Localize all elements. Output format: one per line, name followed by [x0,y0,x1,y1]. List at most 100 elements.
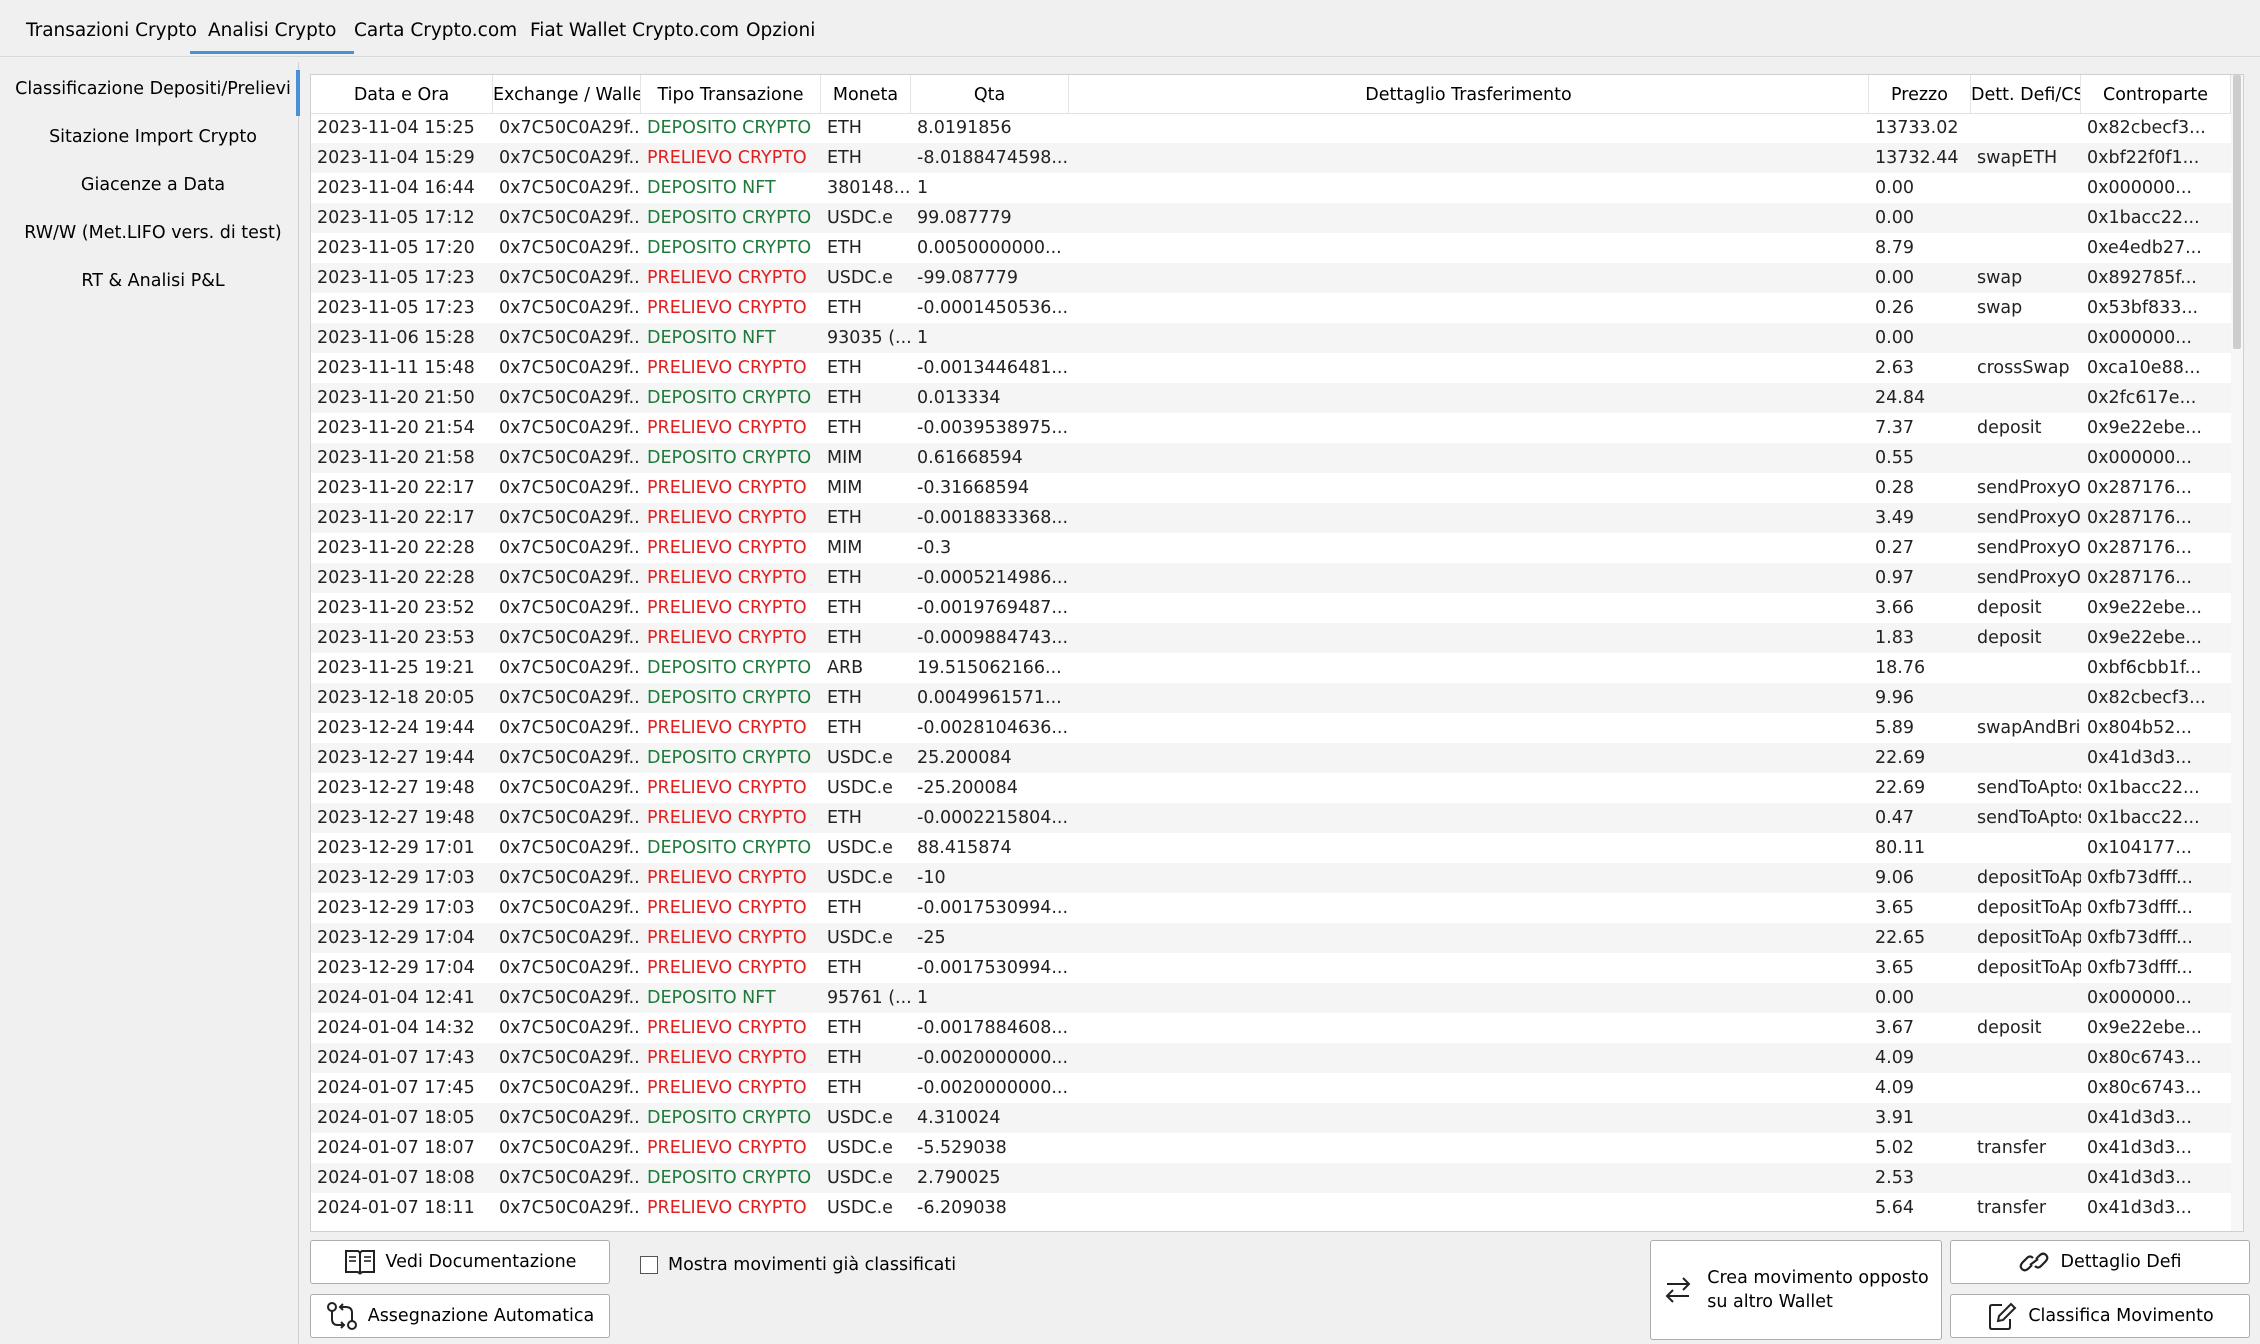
table-row[interactable]: 2023-11-25 19:21 0x7C50C0A29f... DEPOSITO … [311,653,2231,683]
table-row[interactable]: 2023-11-04 16:44 0x7C50C0A29f... DEPOSITO … [311,173,2231,203]
transactions-table[interactable]: Data e Ora Exchange / Wallet Tipo Transazi… [310,74,2244,1232]
mostra-classificati-checkbox[interactable] [640,1256,658,1274]
col-tipo-transazione-cell: PRELIEVO CRYPTO [647,298,807,318]
table-row[interactable]: 2023-12-27 19:48 0x7C50C0A29f... PRELIEVO … [311,803,2231,833]
col-dett-defi-cell [1971,233,2081,263]
table-row[interactable]: 2023-11-04 15:25 0x7C50C0A29f... DEPOSITO … [311,113,2231,143]
crea-movimento-opposto-button[interactable]: Crea movimento opposto su altro Wallet [1650,1240,1942,1340]
table-row[interactable]: 2024-01-04 12:41 0x7C50C0A29f... DEPOSITO … [311,983,2231,1013]
table-row[interactable]: 2023-12-29 17:03 0x7C50C0A29f... PRELIEVO … [311,893,2231,923]
col-controparte-cell: 0x2fc617e... [2087,388,2197,408]
col-dett-defi-cell: swapETH [1977,148,2058,168]
table-row[interactable]: 2023-12-27 19:48 0x7C50C0A29f... PRELIEVO … [311,773,2231,803]
sidebar-item-situazione-import[interactable]: Sitazione Import Crypto [8,116,298,158]
table-row[interactable]: 2023-11-20 22:28 0x7C50C0A29f... PRELIEVO … [311,563,2231,593]
col-dett-defi-cell [1971,833,2081,863]
col-data-ora-header[interactable]: Data e Ora [311,75,493,113]
vertical-scrollbar[interactable] [2231,75,2243,1231]
col-exchange-wallet-cell: 0x7C50C0A29f... [499,1198,641,1218]
col-controparte-cell: 0x1bacc22... [2087,208,2200,228]
table-row[interactable]: 2023-11-20 21:54 0x7C50C0A29f... PRELIEVO … [311,413,2231,443]
table-row[interactable]: 2023-11-05 17:23 0x7C50C0A29f... PRELIEVO … [311,293,2231,323]
col-data-ora-cell: 2023-12-29 17:03 [317,898,475,918]
sidebar-item-rt-analisi[interactable]: RT & Analisi P&L [8,260,298,302]
table-row[interactable]: 2023-11-20 21:58 0x7C50C0A29f... DEPOSITO … [311,443,2231,473]
table-row[interactable]: 2024-01-07 18:05 0x7C50C0A29f... DEPOSITO … [311,1103,2231,1133]
table-row[interactable]: 2024-01-07 18:08 0x7C50C0A29f... DEPOSITO … [311,1163,2231,1193]
col-qta-cell: -0.0020000000... [917,1048,1069,1068]
tab-opzioni[interactable]: Opzioni [728,0,833,54]
dettaglio-defi-button[interactable]: Dettaglio Defi [1950,1240,2250,1284]
col-moneta-header[interactable]: Moneta [821,75,911,113]
col-dett-defi-cell [1971,983,2081,1013]
table-row[interactable]: 2023-11-20 23:53 0x7C50C0A29f... PRELIEVO … [311,623,2231,653]
vedi-documentazione-button[interactable]: Vedi Documentazione [310,1240,610,1284]
sidebar-item-giacenze[interactable]: Giacenze a Data [8,164,298,206]
classifica-movimento-button[interactable]: Classifica Movimento [1950,1294,2250,1338]
col-controparte-header[interactable]: Controparte [2081,75,2231,113]
col-tipo-transazione-cell: PRELIEVO CRYPTO [647,868,807,888]
table-row[interactable]: 2023-12-18 20:05 0x7C50C0A29f... DEPOSITO … [311,683,2231,713]
table-row[interactable]: 2023-11-11 15:48 0x7C50C0A29f... PRELIEVO … [311,353,2231,383]
table-row[interactable]: 2023-11-20 22:17 0x7C50C0A29f... PRELIEVO … [311,503,2231,533]
table-row[interactable]: 2023-12-27 19:44 0x7C50C0A29f... DEPOSITO … [311,743,2231,773]
tab-transazioni-crypto[interactable]: Transazioni Crypto [8,0,215,54]
scrollbar-thumb[interactable] [2233,75,2241,349]
col-qta-cell: -0.0028104636... [917,718,1069,738]
col-tipo-transazione-header[interactable]: Tipo Transazione [641,75,821,113]
table-row[interactable]: 2023-11-04 15:29 0x7C50C0A29f... PRELIEVO … [311,143,2231,173]
col-controparte-cell: 0xfb73dfff... [2087,898,2193,918]
table-row[interactable]: 2023-11-20 23:52 0x7C50C0A29f... PRELIEVO … [311,593,2231,623]
tab-carta-crypto-com[interactable]: Carta Crypto.com [336,0,535,54]
table-row[interactable]: 2023-11-20 22:17 0x7C50C0A29f... PRELIEVO … [311,473,2231,503]
tab-fiat-wallet[interactable]: Fiat Wallet Crypto.com [512,0,757,54]
col-tipo-transazione-cell: PRELIEVO CRYPTO [647,958,807,978]
table-row[interactable]: 2024-01-07 18:07 0x7C50C0A29f... PRELIEVO … [311,1133,2231,1163]
col-moneta-cell: ETH [827,238,862,258]
table-row[interactable]: 2023-11-06 15:28 0x7C50C0A29f... DEPOSITO … [311,323,2231,353]
table-row[interactable]: 2024-01-07 18:11 0x7C50C0A29f... PRELIEVO … [311,1193,2231,1223]
mostra-classificati-toggle[interactable]: Mostra movimenti già classificati [640,1252,956,1278]
col-dett-defi-cell: swap [1977,298,2023,318]
col-dett-defi-cell [1971,1103,2081,1133]
table-row[interactable]: 2023-12-29 17:03 0x7C50C0A29f... PRELIEVO … [311,863,2231,893]
col-prezzo-header[interactable]: Prezzo [1869,75,1971,113]
col-dett-defi-cell [1971,203,2081,233]
col-prezzo-cell: 22.69 [1875,778,1926,798]
col-qta-header[interactable]: Qta [911,75,1069,113]
table-row[interactable]: 2024-01-07 17:43 0x7C50C0A29f... PRELIEVO … [311,1043,2231,1073]
col-qta-cell: -0.3 [917,538,952,558]
col-dett-defi-cell: transfer [1977,1138,2047,1158]
table-row[interactable]: 2023-12-24 19:44 0x7C50C0A29f... PRELIEVO … [311,713,2231,743]
col-qta-cell: -0.31668594 [917,478,1030,498]
table-row[interactable]: 2024-01-07 17:45 0x7C50C0A29f... PRELIEVO … [311,1073,2231,1103]
col-prezzo-cell: 3.49 [1875,508,1914,528]
col-dettaglio-trasferimento-cell [1069,143,1869,173]
table-row[interactable]: 2023-11-05 17:12 0x7C50C0A29f... DEPOSITO … [311,203,2231,233]
col-data-ora-cell: 2023-12-27 19:48 [317,778,475,798]
sidebar-item-classificazione[interactable]: Classificazione Depositi/Prelievi [8,68,300,116]
col-dettaglio-trasferimento-cell [1069,323,1869,353]
table-row[interactable]: 2024-01-04 14:32 0x7C50C0A29f... PRELIEVO … [311,1013,2231,1043]
table-row[interactable]: 2023-11-05 17:23 0x7C50C0A29f... PRELIEVO … [311,263,2231,293]
col-prezzo-cell: 2.63 [1875,358,1914,378]
col-exchange-wallet-cell: 0x7C50C0A29f... [499,1168,641,1188]
sidebar-item-rw-w[interactable]: RW/W (Met.LIFO vers. di test) [8,212,298,254]
table-row[interactable]: 2023-11-05 17:20 0x7C50C0A29f... DEPOSITO … [311,233,2231,263]
col-dett-defi-cell [1971,323,2081,353]
col-moneta-cell: ETH [827,628,862,648]
col-dett-defi-header[interactable]: Dett. Defi/CSV [1971,75,2081,113]
col-qta-cell: 0.61668594 [917,448,1023,468]
col-dettaglio-trasferimento-header[interactable]: Dettaglio Trasferimento [1069,75,1869,113]
table-row[interactable]: 2023-11-20 22:28 0x7C50C0A29f... PRELIEVO … [311,533,2231,563]
col-exchange-wallet-cell: 0x7C50C0A29f... [499,238,641,258]
tab-analisi-crypto[interactable]: Analisi Crypto [190,0,355,54]
table-row[interactable]: 2023-12-29 17:04 0x7C50C0A29f... PRELIEVO … [311,953,2231,983]
col-exchange-wallet-header[interactable]: Exchange / Wallet [493,75,641,113]
assegnazione-automatica-button[interactable]: Assegnazione Automatica [310,1294,610,1338]
main-tab-bar: Transazioni Crypto Analisi Crypto Carta … [0,0,2260,57]
table-row[interactable]: 2023-12-29 17:01 0x7C50C0A29f... DEPOSITO … [311,833,2231,863]
table-row[interactable]: 2023-11-20 21:50 0x7C50C0A29f... DEPOSITO … [311,383,2231,413]
col-controparte-cell: 0x9e22ebe... [2087,1018,2202,1038]
table-row[interactable]: 2023-12-29 17:04 0x7C50C0A29f... PRELIEVO … [311,923,2231,953]
